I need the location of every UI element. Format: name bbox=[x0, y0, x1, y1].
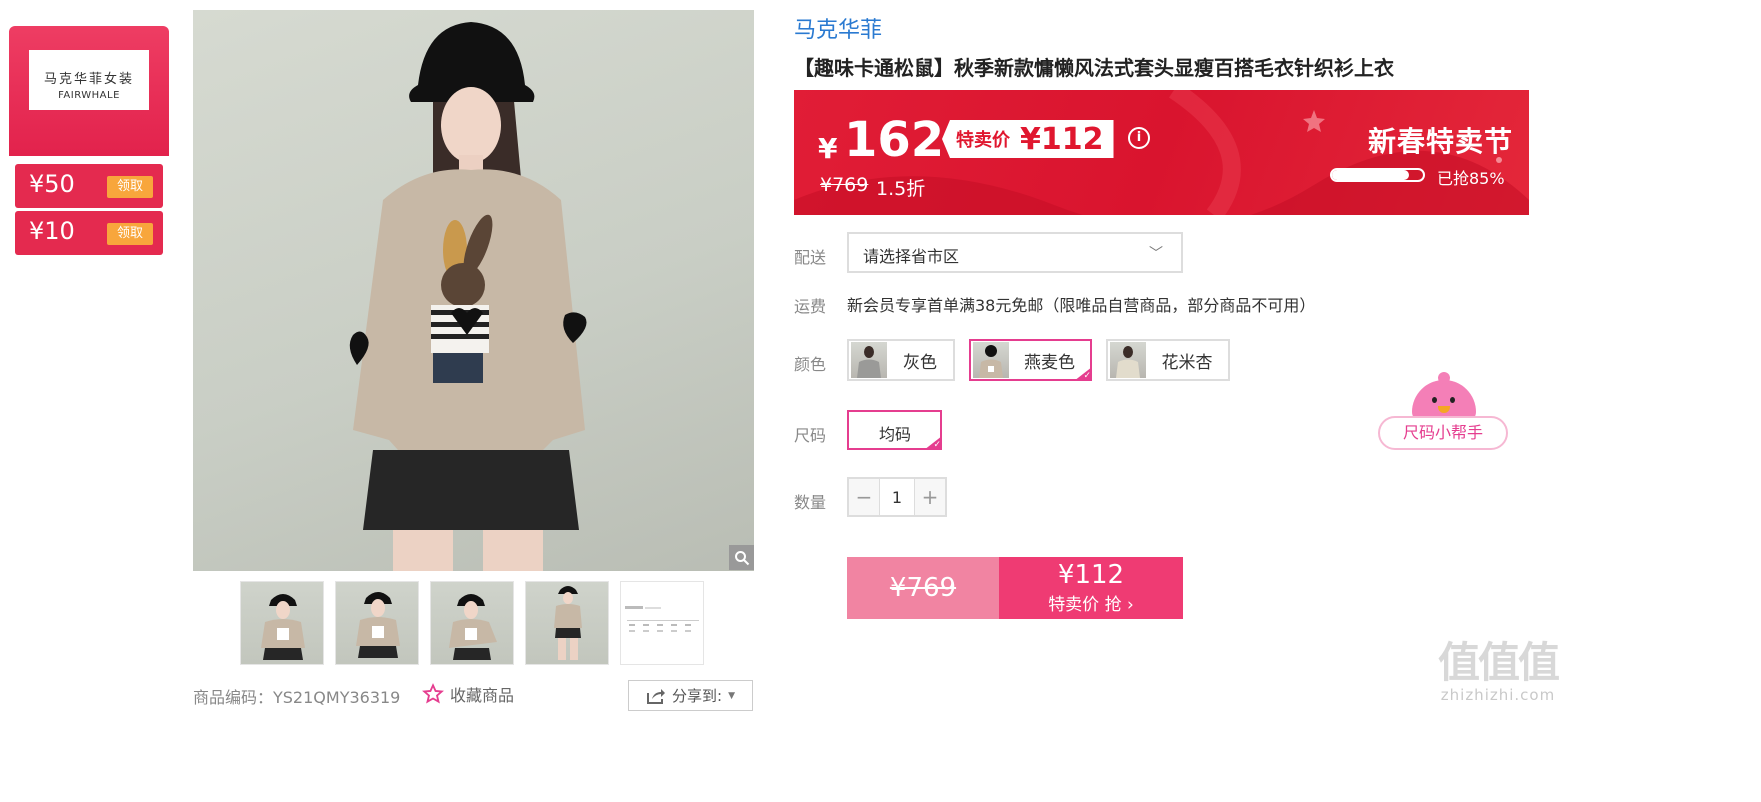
zoom-button[interactable] bbox=[729, 545, 754, 570]
magnifier-icon bbox=[734, 550, 749, 565]
thumbnail[interactable] bbox=[430, 581, 514, 665]
product-title: 【趣味卡通松鼠】秋季新款慵懒风法式套头显瘦百搭毛衣针织衫上衣 bbox=[794, 56, 1394, 80]
share-label: 分享到: bbox=[672, 687, 723, 705]
thumbnail[interactable] bbox=[525, 581, 609, 665]
caret-down-icon: ▼ bbox=[728, 690, 735, 701]
coupon-divider bbox=[15, 162, 163, 163]
coupon-50[interactable]: ¥50 领取 bbox=[15, 164, 163, 208]
chevron-down-icon: ﹀ bbox=[1149, 246, 1163, 262]
claim-coupon-button[interactable]: 领取 bbox=[107, 176, 153, 198]
info-icon[interactable]: i bbox=[1128, 127, 1150, 149]
buy-now-button[interactable]: ¥112 特卖价 抢 › bbox=[999, 557, 1183, 619]
color-option-label: 灰色 bbox=[903, 352, 937, 373]
favorite-button[interactable]: 收藏商品 bbox=[422, 682, 514, 706]
sale-price-value: ¥112 bbox=[1020, 121, 1104, 157]
buy-price: ¥112 bbox=[1057, 560, 1125, 590]
share-icon bbox=[647, 688, 665, 704]
event-title: 新春特卖节 bbox=[1368, 125, 1514, 158]
size-label: 尺码 bbox=[794, 426, 827, 445]
color-swatch bbox=[973, 342, 1009, 378]
sale-price-tag: 特卖价 ¥112 bbox=[942, 120, 1114, 158]
buy-box: ¥769 ¥112 特卖价 抢 › bbox=[847, 557, 1183, 619]
color-option-label: 燕麦色 bbox=[1024, 352, 1075, 373]
sale-price-label: 特卖价 bbox=[956, 130, 1010, 151]
size-option-one-size[interactable]: 均码 ✓ bbox=[847, 410, 942, 450]
currency-symbol: ¥ bbox=[818, 132, 838, 165]
thumbnail-image bbox=[554, 586, 582, 660]
brand-link[interactable]: 马克华菲 bbox=[794, 12, 882, 44]
region-placeholder: 请选择省市区 bbox=[863, 247, 960, 266]
sku-code: 商品编码：YS21QMY36319 bbox=[193, 688, 401, 707]
coupon-amount: ¥50 bbox=[29, 170, 75, 198]
delivery-label: 配送 bbox=[794, 248, 827, 267]
discount-rate: 1.5折 bbox=[876, 178, 926, 200]
quantity-label: 数量 bbox=[794, 493, 827, 512]
buy-action-label: 特卖价 抢 › bbox=[1048, 595, 1134, 615]
color-option-gray[interactable]: 灰色 bbox=[847, 339, 955, 381]
watermark-glyphs: 值值值 bbox=[1437, 638, 1560, 687]
color-swatch bbox=[1110, 342, 1146, 378]
brand-logo: 马克华菲女装 FAIRWHALE bbox=[29, 50, 149, 110]
quantity-input[interactable]: 1 bbox=[879, 479, 915, 515]
region-select[interactable]: 请选择省市区 ﹀ bbox=[847, 232, 1183, 273]
current-price: 162 bbox=[844, 112, 945, 168]
brand-logo-cn: 马克华菲女装 bbox=[43, 72, 134, 87]
coupon-amount: ¥10 bbox=[29, 217, 75, 245]
original-price: ¥769 bbox=[820, 174, 869, 196]
size-option-label: 均码 bbox=[879, 425, 912, 444]
shipping-label: 运费 bbox=[794, 297, 827, 316]
coupon-divider bbox=[15, 209, 163, 210]
quantity-stepper: − 1 + bbox=[847, 477, 947, 517]
coupon-10[interactable]: ¥10 领取 bbox=[15, 211, 163, 255]
site-watermark: 值值值 zhizhizhi.com bbox=[1434, 640, 1562, 710]
model-illustration bbox=[349, 22, 587, 571]
color-option-label: 花米杏 bbox=[1161, 352, 1213, 373]
price-banner: ¥ 162 特卖价 ¥112 i ¥769 1.5折 新春特卖节 已抢85% bbox=[794, 90, 1529, 215]
brand-card[interactable]: 马克华菲女装 FAIRWHALE bbox=[9, 26, 169, 156]
thumbnail-image bbox=[261, 594, 305, 660]
watermark-site: zhizhizhi.com bbox=[1440, 686, 1556, 704]
sold-progress-text: 已抢85% bbox=[1437, 169, 1505, 188]
selected-check-icon: ✓ bbox=[924, 436, 942, 450]
buy-original-price: ¥769 bbox=[847, 557, 999, 619]
thumbnail[interactable] bbox=[240, 581, 324, 665]
coupon-panel: 马克华菲女装 FAIRWHALE ¥50 领取 ¥10 领取 bbox=[9, 26, 169, 258]
claim-coupon-button[interactable]: 领取 bbox=[107, 223, 153, 245]
shipping-info: 新会员专享首单满38元免邮（限唯品自营商品，部分商品不可用） bbox=[847, 296, 1316, 315]
thumbnail[interactable] bbox=[335, 581, 419, 665]
thumbnail-image bbox=[449, 594, 497, 660]
color-label: 颜色 bbox=[794, 355, 827, 374]
brand-logo-en: FAIRWHALE bbox=[58, 90, 120, 101]
thumbnail-size-chart[interactable] bbox=[620, 581, 704, 665]
decrease-button[interactable]: − bbox=[849, 479, 879, 515]
size-chart-thumbnail-image bbox=[625, 606, 699, 632]
sold-progress-fill bbox=[1332, 170, 1410, 180]
sold-progress-bar bbox=[1330, 168, 1425, 182]
color-swatch bbox=[851, 342, 887, 378]
size-helper-button[interactable]: 尺码小帮手 bbox=[1378, 372, 1508, 450]
star-icon bbox=[422, 683, 444, 704]
main-product-image[interactable] bbox=[193, 10, 754, 571]
color-option-beige[interactable]: 花米杏 bbox=[1106, 339, 1230, 381]
thumbnail-image bbox=[356, 592, 400, 658]
favorite-label: 收藏商品 bbox=[450, 686, 515, 705]
color-option-oatmeal[interactable]: 燕麦色 ✓ bbox=[969, 339, 1092, 381]
size-helper-label: 尺码小帮手 bbox=[1378, 416, 1508, 450]
share-button[interactable]: 分享到: ▼ bbox=[628, 680, 753, 711]
increase-button[interactable]: + bbox=[915, 479, 945, 515]
